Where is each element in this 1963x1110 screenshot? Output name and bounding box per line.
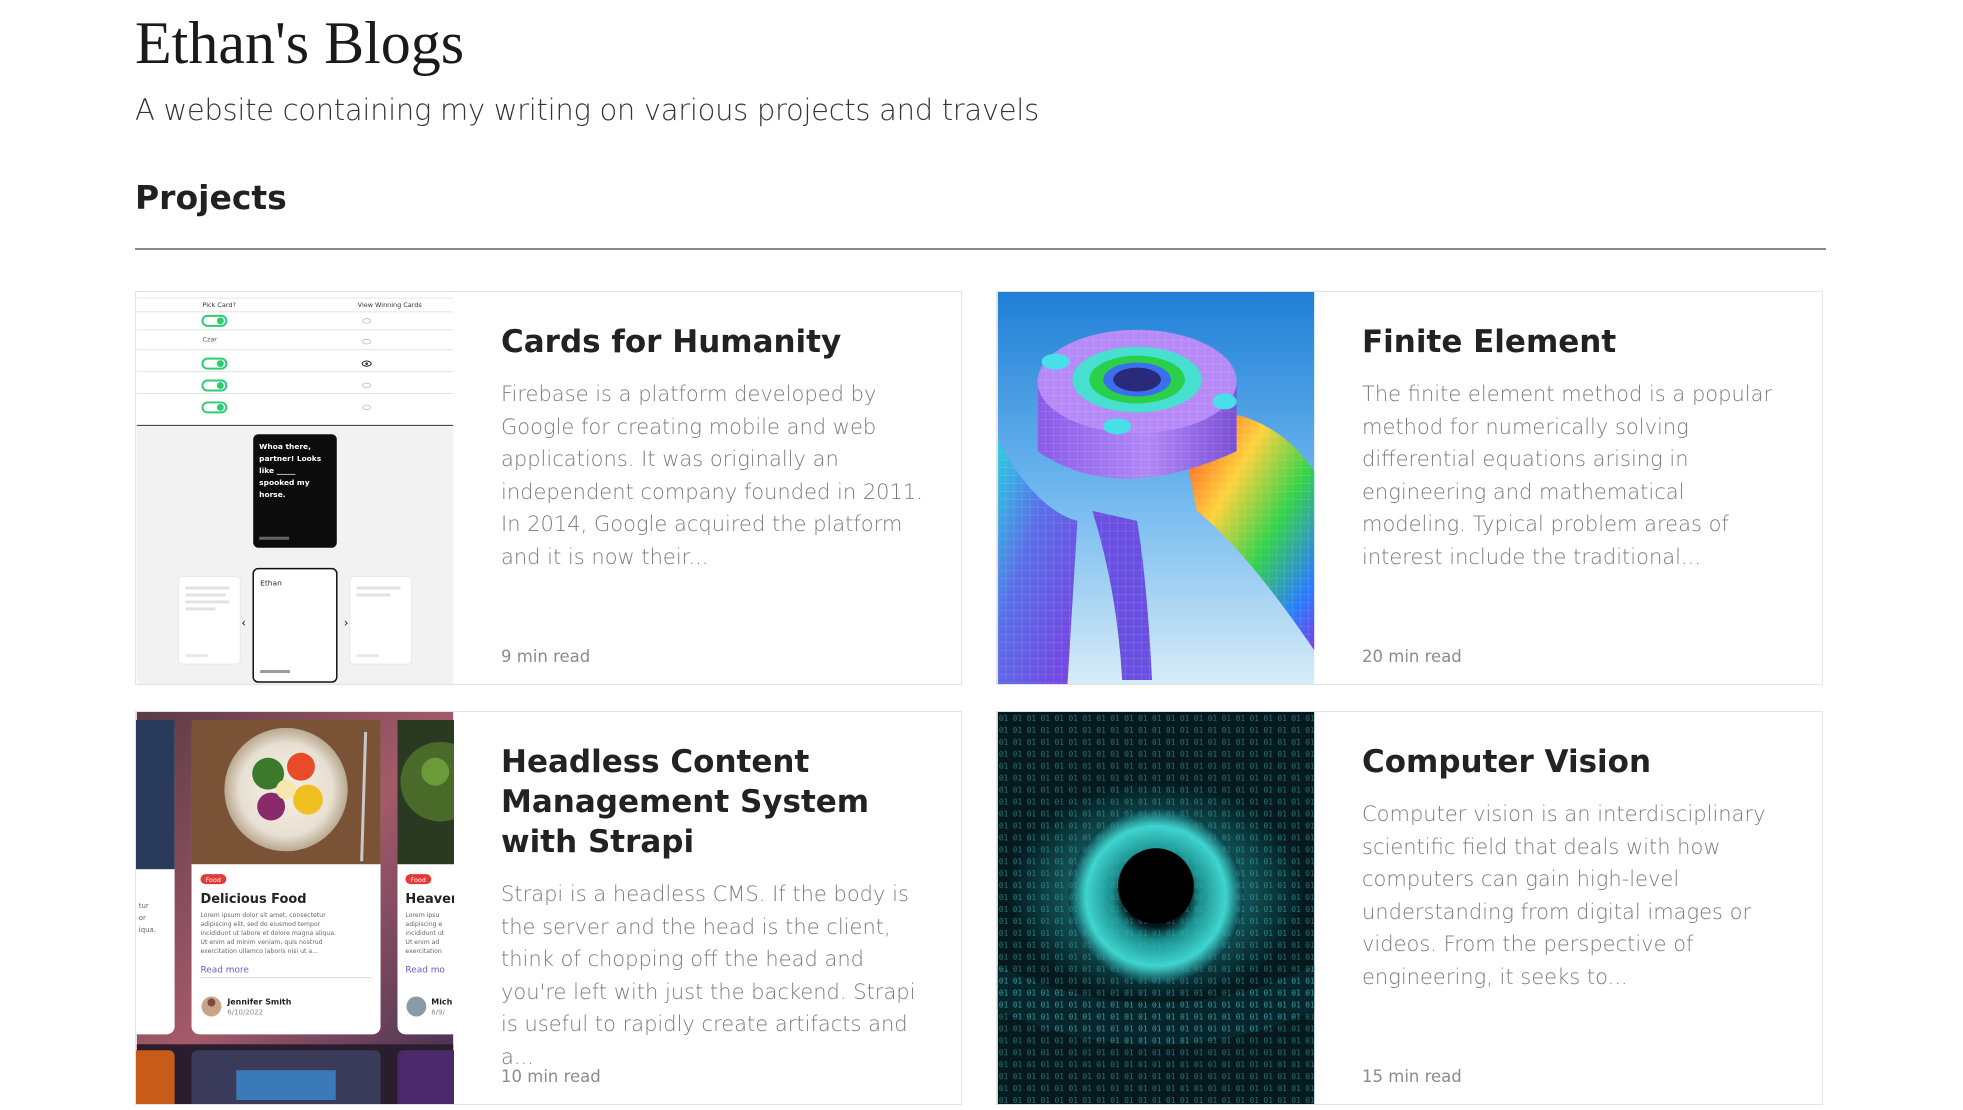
card-excerpt: Strapi is a headless CMS. If the body is… bbox=[501, 882, 916, 1069]
cards-app-screenshot: Pick Card? View Winning Cards Czar Whoa … bbox=[136, 292, 454, 684]
card-thumbnail-strapi[interactable]: tur or iqua. Food Delicious Food Lorem i… bbox=[136, 712, 454, 1104]
project-card-computer-vision[interactable]: 01 Computer Vision Computer vision is an… bbox=[996, 711, 1823, 1105]
side-excerpt: Lorem ipsu adipiscing e incididunt ut Ut… bbox=[405, 912, 446, 955]
white-card-name: Ethan bbox=[260, 579, 282, 588]
food-title: Delicious Food bbox=[200, 892, 306, 907]
thumb-row-label: Czar bbox=[202, 336, 217, 344]
food-date: 6/10/2022 bbox=[227, 1008, 263, 1016]
card-body: Headless Content Management System with … bbox=[501, 742, 931, 1104]
card-read-time: 9 min read bbox=[501, 647, 591, 666]
card-thumbnail-cards-for-humanity[interactable]: Pick Card? View Winning Cards Czar Whoa … bbox=[136, 292, 454, 684]
section-title-projects: Projects bbox=[135, 178, 287, 217]
food-author: Jennifer Smith bbox=[226, 998, 291, 1007]
card-body: Cards for Humanity Firebase is a platfor… bbox=[501, 322, 931, 684]
card-excerpt: Computer vision is an interdisciplinary … bbox=[1362, 802, 1766, 989]
site-subtitle: A website containing my writing on vario… bbox=[135, 93, 1039, 127]
side-title: Heaver bbox=[405, 892, 454, 907]
finite-element-mesh-image bbox=[997, 292, 1315, 684]
card-read-time: 20 min read bbox=[1362, 647, 1462, 666]
card-read-time: 15 min read bbox=[1362, 1067, 1462, 1086]
project-card-cards-for-humanity[interactable]: Pick Card? View Winning Cards Czar Whoa … bbox=[135, 291, 962, 685]
side-read-more: Read mo bbox=[405, 966, 444, 976]
svg-text:‹: ‹ bbox=[241, 615, 246, 629]
side-date: 6/9/ bbox=[431, 1008, 445, 1016]
card-excerpt: The finite element method is a popular m… bbox=[1362, 382, 1773, 569]
card-excerpt: Firebase is a platform developed by Goog… bbox=[501, 382, 923, 569]
card-thumbnail-finite-element[interactable] bbox=[997, 292, 1315, 684]
side-author: Mich bbox=[431, 998, 452, 1007]
card-title[interactable]: Cards for Humanity bbox=[501, 322, 931, 362]
food-read-more: Read more bbox=[200, 966, 249, 976]
card-thumbnail-computer-vision[interactable]: 01 bbox=[997, 712, 1315, 1104]
site-title[interactable]: Ethan's Blogs bbox=[135, 10, 464, 76]
thumb-header-left: Pick Card? bbox=[202, 301, 235, 309]
card-title[interactable]: Headless Content Management System with … bbox=[501, 742, 931, 862]
thumb-header-right: View Winning Cards bbox=[358, 301, 423, 309]
project-card-finite-element[interactable]: Finite Element The finite element method… bbox=[996, 291, 1823, 685]
project-card-strapi[interactable]: tur or iqua. Food Delicious Food Lorem i… bbox=[135, 711, 962, 1105]
card-read-time: 10 min read bbox=[501, 1067, 601, 1086]
binary-eye-image: 01 bbox=[997, 712, 1315, 1104]
svg-text:›: › bbox=[344, 615, 349, 629]
side-badge: Food bbox=[410, 876, 425, 884]
card-body: Finite Element The finite element method… bbox=[1362, 322, 1792, 684]
card-title[interactable]: Finite Element bbox=[1362, 322, 1792, 362]
section-divider bbox=[135, 248, 1826, 250]
food-badge: Food bbox=[205, 876, 220, 884]
card-title[interactable]: Computer Vision bbox=[1362, 742, 1792, 782]
card-body: Computer Vision Computer vision is an in… bbox=[1362, 742, 1792, 1104]
strapi-blog-screenshot: tur or iqua. Food Delicious Food Lorem i… bbox=[136, 712, 454, 1104]
food-excerpt: Lorem ipsum dolor sit amet, consectetur … bbox=[200, 912, 337, 955]
